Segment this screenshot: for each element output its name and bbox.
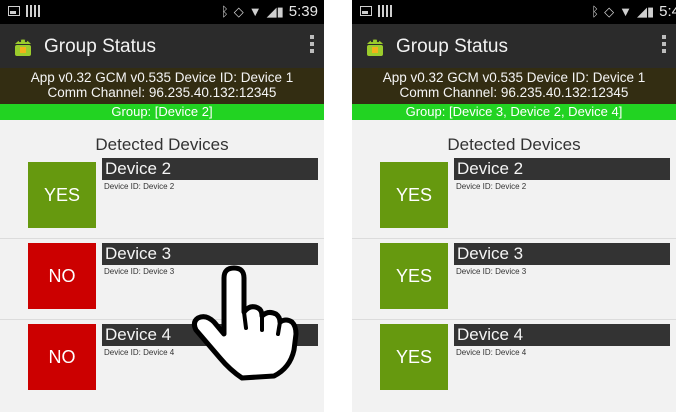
signal-bars-icon <box>378 5 392 17</box>
device-id: Device ID: Device 4 <box>104 348 175 357</box>
detected-devices-heading: Detected Devices <box>447 135 581 154</box>
status-bar: ᛒ ◇ ▼ ◢▮ 5:4 <box>352 0 676 24</box>
device-status-toggle[interactable]: YES <box>380 162 448 228</box>
wifi-icon: ▼ <box>619 4 632 19</box>
device-name: Device 2 <box>454 158 670 180</box>
device-list: Detected Devices YES Device 2 Device ID:… <box>352 120 676 400</box>
page-title: Group Status <box>396 36 508 57</box>
device-status-toggle[interactable]: YES <box>28 162 96 228</box>
phone-screen-right: ᛒ ◇ ▼ ◢▮ 5:4 Group Status App v0.32 GCM … <box>352 0 676 412</box>
device-name: Device 3 <box>454 243 670 265</box>
info-bar: App v0.32 GCM v0.535 Device ID: Device 1… <box>0 68 324 104</box>
gallery-icon <box>8 6 20 16</box>
device-name: Device 4 <box>454 324 670 346</box>
device-status-toggle[interactable]: YES <box>380 324 448 390</box>
battery-icon: ◢▮ <box>266 3 284 19</box>
alarm-icon: ◇ <box>604 3 615 19</box>
alarm-icon: ◇ <box>233 3 244 19</box>
device-name: Device 2 <box>102 158 318 180</box>
device-row[interactable]: YES Device 2 Device ID: Device 2 <box>0 158 324 238</box>
device-name: Device 3 <box>102 243 318 265</box>
group-status-bar: Group: [Device 2] <box>0 104 324 120</box>
status-time: 5:39 <box>288 3 318 20</box>
group-status-bar: Group: [Device 3, Device 2, Device 4] <box>352 104 676 120</box>
status-time: 5:4 <box>659 3 676 20</box>
app-version-info: App v0.32 GCM v0.535 Device ID: Device 1 <box>382 70 646 85</box>
detected-devices-heading: Detected Devices <box>95 135 229 154</box>
android-app-icon <box>367 39 383 56</box>
action-bar: Group Status <box>352 24 676 68</box>
hand-pointer-icon <box>191 265 299 381</box>
device-row[interactable]: YES Device 3 Device ID: Device 3 <box>352 238 676 319</box>
device-row[interactable]: YES Device 2 Device ID: Device 2 <box>352 158 676 238</box>
battery-icon: ◢▮ <box>636 3 655 19</box>
gallery-icon <box>360 6 372 16</box>
device-id: Device ID: Device 2 <box>104 182 175 191</box>
bluetooth-icon: ᛒ <box>220 4 229 19</box>
app-version-info: App v0.32 GCM v0.535 Device ID: Device 1 <box>30 70 294 85</box>
wifi-icon: ▼ <box>248 4 262 19</box>
status-bar: ᛒ ◇ ▼ ◢▮ 5:39 <box>0 0 324 24</box>
device-id: Device ID: Device 2 <box>456 182 527 191</box>
device-status-toggle[interactable]: NO <box>28 243 96 309</box>
device-status-toggle[interactable]: NO <box>28 324 96 390</box>
overflow-menu-icon[interactable] <box>660 35 668 57</box>
comm-channel-info: Comm Channel: 96.235.40.132:12345 <box>399 85 629 100</box>
action-bar: Group Status <box>0 24 324 68</box>
signal-bars-icon <box>26 5 40 17</box>
page-title: Group Status <box>44 36 156 57</box>
info-bar: App v0.32 GCM v0.535 Device ID: Device 1… <box>352 68 676 104</box>
comm-channel-info: Comm Channel: 96.235.40.132:12345 <box>47 85 277 100</box>
bluetooth-icon: ᛒ <box>591 4 600 19</box>
overflow-menu-icon[interactable] <box>308 35 316 57</box>
device-row[interactable]: YES Device 4 Device ID: Device 4 <box>352 319 676 400</box>
android-app-icon <box>15 39 31 56</box>
device-id: Device ID: Device 3 <box>456 267 527 276</box>
device-id: Device ID: Device 4 <box>456 348 527 357</box>
device-id: Device ID: Device 3 <box>104 267 175 276</box>
device-status-toggle[interactable]: YES <box>380 243 448 309</box>
